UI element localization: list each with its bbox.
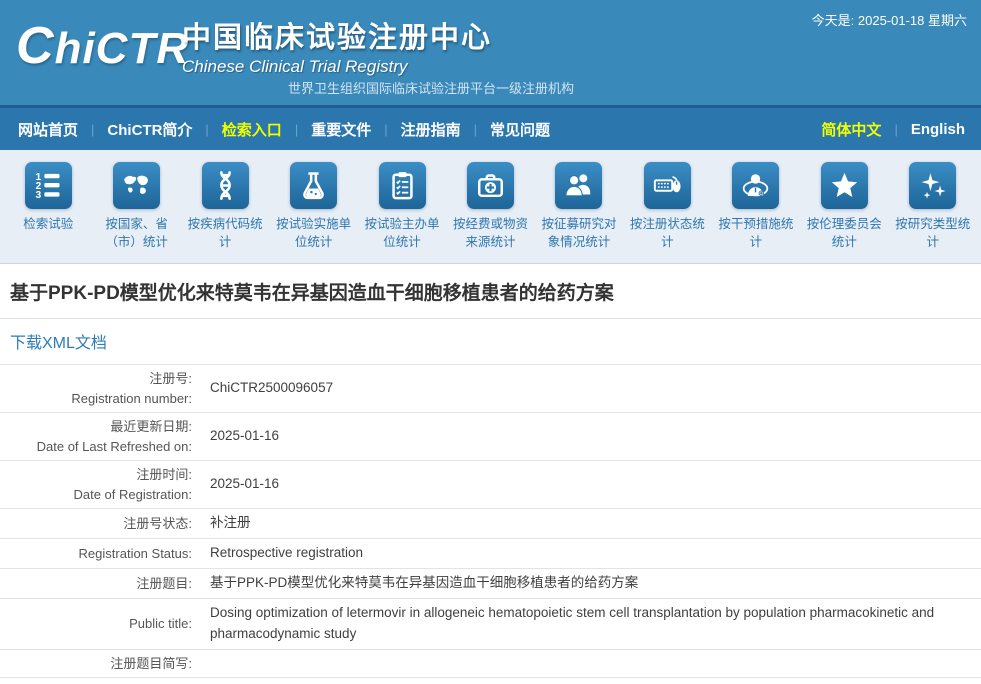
nav-item-registration-guide[interactable]: 注册指南	[401, 119, 461, 140]
icon-item-by-study-type[interactable]: 按研究类型统计	[889, 150, 977, 263]
row-label: 注册号状态:	[0, 510, 200, 538]
dna-icon	[202, 162, 249, 209]
people-icon	[555, 162, 602, 209]
today-date: 今天是: 2025-01-18 星期六	[812, 10, 967, 29]
icon-label: 按伦理委员会统计	[800, 215, 888, 251]
sparkles-icon	[909, 162, 956, 209]
clipboard-icon	[379, 162, 426, 209]
site-title-zh: 中国临床试验注册中心	[182, 14, 492, 56]
table-row-registration-number-status: 注册号状态: 补注册	[0, 509, 981, 539]
nav-item-important-docs[interactable]: 重要文件	[311, 119, 371, 140]
icon-label: 按经费或物资来源统计	[446, 215, 534, 251]
row-label: 注册号: Registration number:	[0, 365, 200, 412]
icon-item-search-trials[interactable]: 123 检索试验	[4, 150, 92, 263]
row-label: Registration Status:	[0, 540, 200, 568]
nav-separator: |	[91, 122, 94, 137]
world-map-icon	[113, 162, 160, 209]
icon-label: 按试验实施单位统计	[269, 215, 357, 251]
nav-item-faq[interactable]: 常见问题	[490, 119, 550, 140]
nav-item-home[interactable]: 网站首页	[18, 119, 78, 140]
row-label: 注册时间: Date of Registration:	[0, 461, 200, 508]
lang-english[interactable]: English	[911, 121, 965, 138]
icon-item-by-implementing-unit[interactable]: 按试验实施单位统计	[269, 150, 357, 263]
icon-item-by-sponsor-unit[interactable]: 按试验主办单位统计	[358, 150, 446, 263]
nav-item-search-entry[interactable]: 检索入口	[222, 119, 282, 140]
icon-label: 按试验主办单位统计	[358, 215, 446, 251]
nav-item-about[interactable]: ChiCTR简介	[107, 119, 192, 140]
row-value: Dosing optimization of letermovir in all…	[200, 599, 981, 649]
row-value: Retrospective registration	[200, 539, 981, 568]
icon-label: 按疾病代码统计	[181, 215, 269, 251]
nav-separator: |	[474, 122, 477, 137]
table-row-public-title-en: Public title: Dosing optimization of let…	[0, 599, 981, 650]
who-platform-subtitle: 世界卫生组织国际临床试验注册平台一级注册机构	[288, 78, 574, 97]
table-row-english-acronym: English Acronym:	[0, 678, 981, 684]
icon-item-by-recruitment-status[interactable]: 按征募研究对象情况统计	[535, 150, 623, 263]
nav-separator: |	[384, 122, 387, 137]
row-label: 注册题目:	[0, 570, 200, 598]
icon-item-by-intervention[interactable]: 按干预措施统计	[712, 150, 800, 263]
lang-simplified-chinese[interactable]: 简体中文	[821, 119, 881, 140]
table-row-public-title-zh: 注册题目: 基于PPK-PD模型优化来特莫韦在异基因造血干细胞移植患者的给药方案	[0, 569, 981, 599]
row-value: 2025-01-16	[200, 470, 981, 499]
row-value: 2025-01-16	[200, 422, 981, 451]
chictr-logo[interactable]: ChiCTR	[16, 16, 189, 76]
icon-label: 按注册状态统计	[623, 215, 711, 251]
table-row-registration-number: 注册号: Registration number: ChiCTR25000960…	[0, 365, 981, 413]
row-label: 最近更新日期: Date of Last Refreshed on:	[0, 413, 200, 460]
language-switch: 简体中文 | English	[821, 108, 965, 150]
icon-label: 按征募研究对象情况统计	[535, 215, 623, 251]
download-row: 下载XML文档	[0, 319, 981, 365]
icon-label: 按研究类型统计	[889, 215, 977, 251]
table-row-last-refreshed: 最近更新日期: Date of Last Refreshed on: 2025-…	[0, 413, 981, 461]
statistics-icon-bar: 123 检索试验 按国家、省（市）统计 按疾病代码统计 按试验实施单位统计 按试…	[0, 150, 981, 264]
svg-text:3: 3	[35, 190, 41, 201]
icon-item-by-country-province[interactable]: 按国家、省（市）统计	[92, 150, 180, 263]
row-label: Public title:	[0, 610, 200, 638]
flask-icon	[290, 162, 337, 209]
row-label: 注册题目简写:	[0, 650, 200, 678]
nav-separator: |	[295, 122, 298, 137]
site-title-en: Chinese Clinical Trial Registry	[182, 57, 492, 77]
site-header: 今天是: 2025-01-18 星期六 ChiCTR 中国临床试验注册中心 Ch…	[0, 0, 981, 105]
site-title-block: 中国临床试验注册中心 Chinese Clinical Trial Regist…	[182, 14, 492, 77]
icon-item-by-ethics-committee[interactable]: 按伦理委员会统计	[800, 150, 888, 263]
row-value: 基于PPK-PD模型优化来特莫韦在异基因造血干细胞移植患者的给药方案	[200, 569, 981, 598]
icon-label: 按国家、省（市）统计	[92, 215, 180, 251]
nav-separator: |	[205, 122, 208, 137]
icon-item-by-disease-code[interactable]: 按疾病代码统计	[181, 150, 269, 263]
row-value	[200, 659, 981, 667]
medical-bag-icon	[467, 162, 514, 209]
page-title: 基于PPK-PD模型优化来特莫韦在异基因造血干细胞移植患者的给药方案	[0, 264, 981, 319]
numbered-list-icon: 123	[25, 162, 72, 209]
star-icon	[821, 162, 868, 209]
trial-detail-content: 基于PPK-PD模型优化来特莫韦在异基因造血干细胞移植患者的给药方案 下载XML…	[0, 264, 981, 684]
row-label: English Acronym:	[0, 678, 200, 684]
table-row-registration-date: 注册时间: Date of Registration: 2025-01-16	[0, 461, 981, 509]
doctor-icon	[732, 162, 779, 209]
icon-item-by-registration-status[interactable]: 按注册状态统计	[623, 150, 711, 263]
nav-separator: |	[894, 122, 897, 137]
row-value: 补注册	[200, 509, 981, 538]
download-xml-link[interactable]: 下载XML文档	[10, 335, 107, 352]
keyboard-mouse-icon	[644, 162, 691, 209]
table-row-title-acronym-zh: 注册题目简写:	[0, 650, 981, 679]
main-nav: 网站首页 | ChiCTR简介 | 检索入口 | 重要文件 | 注册指南 | 常…	[0, 105, 981, 150]
icon-label: 检索试验	[4, 215, 92, 233]
row-value: ChiCTR2500096057	[200, 374, 981, 403]
table-row-registration-status-en: Registration Status: Retrospective regis…	[0, 539, 981, 569]
icon-label: 按干预措施统计	[712, 215, 800, 251]
icon-item-by-funding-source[interactable]: 按经费或物资来源统计	[446, 150, 534, 263]
